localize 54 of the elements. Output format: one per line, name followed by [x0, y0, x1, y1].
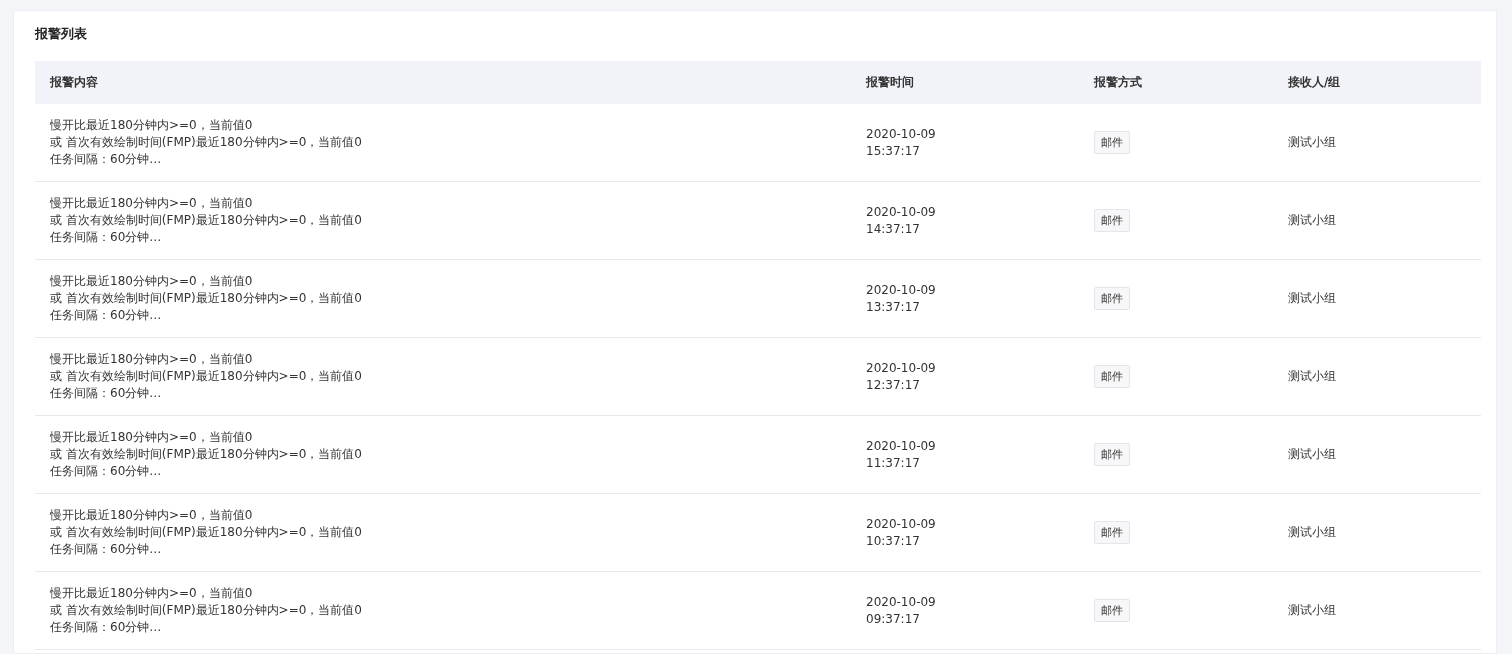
alert-time: 12:37:17	[866, 376, 921, 394]
receiver-text: 测试小组	[1288, 368, 1337, 385]
panel-title: 报警列表	[35, 25, 88, 43]
task-interval: 任务间隔：60分钟…	[50, 619, 163, 636]
alert-condition: 慢开比最近180分钟内>=0，当前值0	[50, 585, 254, 602]
method-tag: 邮件	[1094, 521, 1130, 544]
alert-condition: 慢开比最近180分钟内>=0，当前值0	[50, 273, 254, 290]
column-header: 报警时间	[865, 74, 915, 91]
task-interval: 任务间隔：60分钟…	[50, 229, 163, 246]
alert-condition-alt: 或 首次有效绘制时间(FMP)最近180分钟内>=0，当前值0	[50, 290, 363, 307]
alert-condition-alt: 或 首次有效绘制时间(FMP)最近180分钟内>=0，当前值0	[50, 602, 363, 619]
alert-condition: 慢开比最近180分钟内>=0，当前值0	[50, 351, 254, 368]
alert-time: 15:37:17	[866, 142, 921, 160]
method-tag: 邮件	[1094, 599, 1130, 622]
alert-time: 11:37:17	[866, 454, 921, 472]
task-interval: 任务间隔：60分钟…	[50, 385, 163, 402]
alert-date: 2020-10-09	[866, 281, 937, 299]
receiver-text: 测试小组	[1288, 290, 1337, 307]
alert-condition: 慢开比最近180分钟内>=0，当前值0	[50, 117, 254, 134]
task-interval: 任务间隔：60分钟…	[50, 463, 163, 480]
column-header: 报警方式	[1093, 74, 1143, 91]
receiver-text: 测试小组	[1288, 524, 1337, 541]
alert-condition-alt: 或 首次有效绘制时间(FMP)最近180分钟内>=0，当前值0	[50, 368, 363, 385]
alert-condition: 慢开比最近180分钟内>=0，当前值0	[50, 507, 254, 524]
alert-condition-alt: 或 首次有效绘制时间(FMP)最近180分钟内>=0，当前值0	[50, 524, 363, 541]
column-header: 接收人/组	[1287, 74, 1342, 91]
alert-condition-alt: 或 首次有效绘制时间(FMP)最近180分钟内>=0，当前值0	[50, 212, 363, 229]
task-interval: 任务间隔：60分钟…	[50, 541, 163, 558]
receiver-text: 测试小组	[1288, 212, 1337, 229]
alert-condition-alt: 或 首次有效绘制时间(FMP)最近180分钟内>=0，当前值0	[50, 134, 363, 151]
method-tag: 邮件	[1094, 365, 1130, 388]
task-interval: 任务间隔：60分钟…	[50, 151, 163, 168]
method-tag: 邮件	[1094, 209, 1130, 232]
alert-date: 2020-10-09	[866, 359, 937, 377]
alert-condition-alt: 或 首次有效绘制时间(FMP)最近180分钟内>=0，当前值0	[50, 446, 363, 463]
alert-date: 2020-10-09	[866, 203, 937, 221]
alert-time: 10:37:17	[866, 532, 921, 550]
alert-date: 2020-10-09	[866, 125, 937, 143]
alert-time: 13:37:17	[866, 298, 921, 316]
method-tag: 邮件	[1094, 131, 1130, 154]
method-tag: 邮件	[1094, 443, 1130, 466]
task-interval: 任务间隔：60分钟…	[50, 307, 163, 324]
receiver-text: 测试小组	[1288, 602, 1337, 619]
alert-time: 09:37:17	[866, 610, 921, 628]
alert-condition: 慢开比最近180分钟内>=0，当前值0	[50, 195, 254, 212]
alert-date: 2020-10-09	[866, 437, 937, 455]
alert-date: 2020-10-09	[866, 593, 937, 611]
alert-date: 2020-10-09	[866, 515, 937, 533]
method-tag: 邮件	[1094, 287, 1130, 310]
alert-condition: 慢开比最近180分钟内>=0，当前值0	[50, 429, 254, 446]
receiver-text: 测试小组	[1288, 134, 1337, 151]
alert-time: 14:37:17	[866, 220, 921, 238]
receiver-text: 测试小组	[1288, 446, 1337, 463]
column-header: 报警内容	[49, 74, 99, 91]
